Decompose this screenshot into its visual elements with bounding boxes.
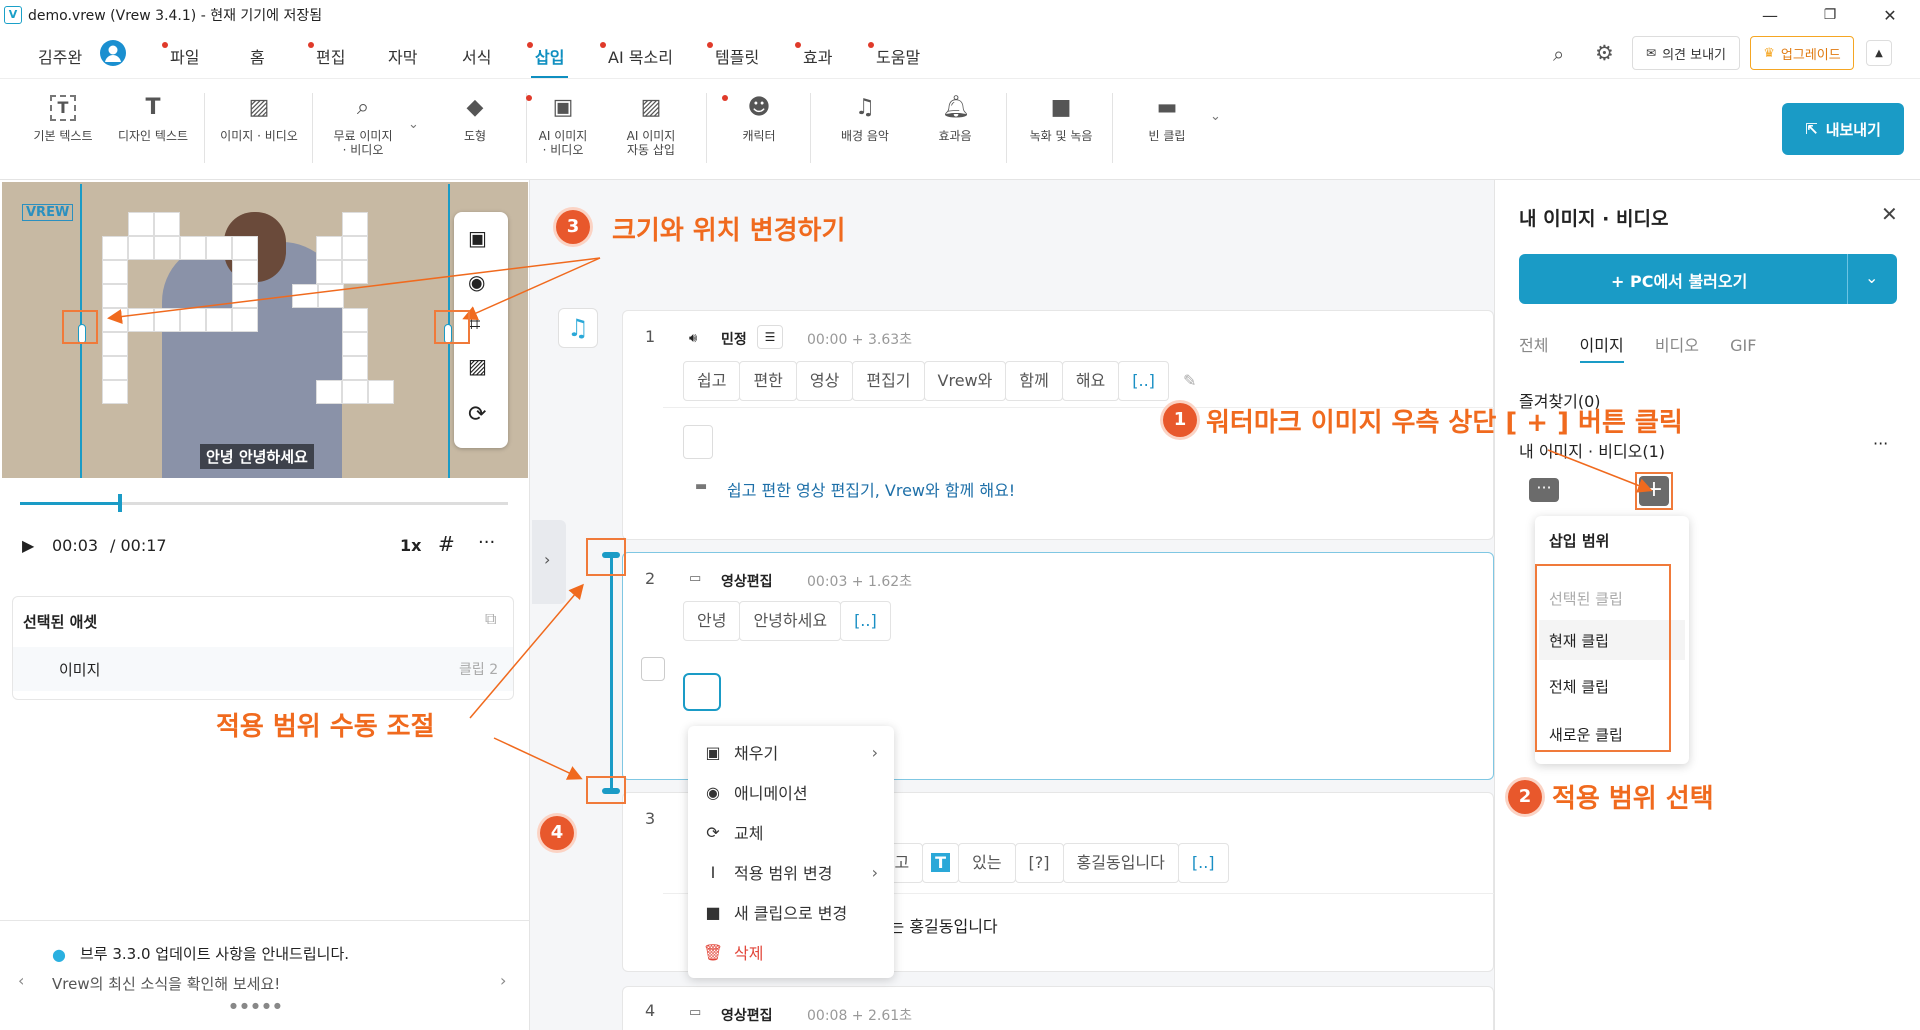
annotation-number: 4 (540, 816, 574, 850)
annotation-number: 3 (556, 210, 590, 244)
annotation-arrows (107, 257, 1653, 780)
annotation-text: 적용 범위 선택 (1552, 784, 1714, 814)
annotation-text: 워터마크 이미지 우측 상단 [ + ] 버튼 클릭 (1206, 408, 1683, 438)
annotation-text: 적용 범위 수동 조절 (216, 712, 435, 742)
annotation-text: 크기와 위치 변경하기 (612, 216, 846, 246)
annotation-number: 1 (1163, 403, 1197, 437)
annotation-number: 2 (1508, 780, 1542, 814)
